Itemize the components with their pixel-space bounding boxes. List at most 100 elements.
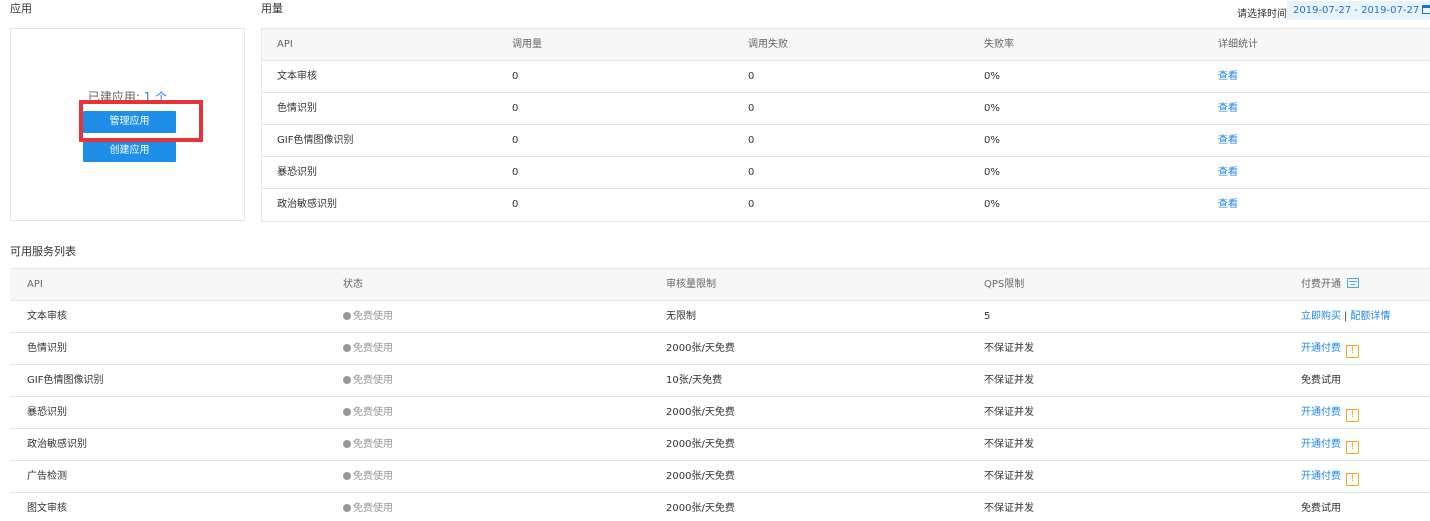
- col-api: API: [27, 279, 43, 290]
- app-count: 已建应用: 1 个: [11, 88, 244, 105]
- view-detail-link[interactable]: 查看: [1218, 125, 1238, 157]
- qps-limit-cell: 不保证并发: [984, 471, 1034, 482]
- quota-limit-cell: 2000张/天免费: [666, 343, 735, 354]
- api-cell: 政治敏感识别: [27, 439, 87, 450]
- col-status: 状态: [343, 279, 363, 290]
- apps-section-title: 应用: [10, 2, 32, 15]
- info-warning-icon[interactable]: !: [1346, 441, 1359, 454]
- calls-cell: 0: [512, 199, 519, 210]
- enable-paid-link[interactable]: 开通付费: [1301, 343, 1341, 354]
- buy-now-link[interactable]: 立即购买: [1301, 311, 1341, 322]
- enable-paid-link[interactable]: 开通付费: [1301, 407, 1341, 418]
- api-cell: 广告检测: [27, 471, 67, 482]
- manage-app-button[interactable]: 管理应用: [83, 111, 176, 133]
- table-row: 暴恐识别 免费使用 2000张/天免费 不保证并发 开通付费!: [10, 397, 1430, 429]
- status-label: 免费使用: [353, 407, 393, 418]
- table-row: 色情识别 免费使用 2000张/天免费 不保证并发 开通付费!: [10, 333, 1430, 365]
- calls-cell: 0: [512, 135, 519, 146]
- quota-limit-cell: 2000张/天免费: [666, 471, 735, 482]
- api-cell: 文本审核: [277, 71, 317, 82]
- status-cell: 免费使用: [343, 493, 393, 521]
- failures-cell: 0: [748, 103, 755, 114]
- col-qps-limit: QPS限制: [984, 279, 1025, 290]
- enable-paid-link[interactable]: 开通付费: [1301, 471, 1341, 482]
- view-detail-link[interactable]: 查看: [1218, 189, 1238, 221]
- status-label: 免费使用: [353, 439, 393, 450]
- api-cell: 暴恐识别: [27, 407, 67, 418]
- table-row: 政治敏感识别 0 0 0% 查看: [262, 189, 1430, 221]
- calendar-icon: [1422, 5, 1430, 14]
- status-dot-icon: [343, 408, 351, 416]
- services-table: API 状态 审核量限制 QPS限制 付费开通 文本审核 免费使用 无限制 5 立即购买…: [10, 268, 1430, 521]
- failure-rate-cell: 0%: [984, 71, 1000, 82]
- table-row: 文本审核 0 0 0% 查看: [262, 61, 1430, 93]
- create-app-button[interactable]: 创建应用: [83, 140, 176, 162]
- table-row: 广告检测 免费使用 2000张/天免费 不保证并发 开通付费!: [10, 461, 1430, 493]
- billing-icon[interactable]: [1347, 278, 1359, 288]
- status-label: 免费使用: [353, 375, 393, 386]
- status-cell: 免费使用: [343, 333, 393, 365]
- date-range-value: 2019-07-27 - 2019-07-27: [1293, 5, 1420, 16]
- view-detail-link[interactable]: 查看: [1218, 61, 1238, 93]
- app-summary-card: 已建应用: 1 个 管理应用 创建应用: [10, 28, 245, 221]
- col-api: API: [277, 39, 293, 50]
- col-paid-activation: 付费开通: [1301, 269, 1359, 301]
- paid-activation-cell: 开通付费!: [1301, 461, 1359, 493]
- table-row: 暴恐识别 0 0 0% 查看: [262, 157, 1430, 189]
- usage-section-title: 用量: [261, 2, 283, 15]
- quota-limit-cell: 2000张/天免费: [666, 407, 735, 418]
- qps-limit-cell: 不保证并发: [984, 439, 1034, 450]
- status-label: 免费使用: [353, 311, 393, 322]
- paid-activation-cell: 开通付费!: [1301, 333, 1359, 365]
- api-cell: GIF色情图像识别: [277, 135, 354, 146]
- api-cell: 色情识别: [27, 343, 67, 354]
- status-dot-icon: [343, 376, 351, 384]
- api-cell: 文本审核: [27, 311, 67, 322]
- date-range-picker[interactable]: 2019-07-27 - 2019-07-27: [1287, 1, 1430, 20]
- quota-limit-cell: 10张/天免费: [666, 375, 723, 386]
- api-cell: GIF色情图像识别: [27, 375, 104, 386]
- failures-cell: 0: [748, 199, 755, 210]
- app-count-value[interactable]: 1: [144, 90, 152, 104]
- qps-limit-cell: 不保证并发: [984, 503, 1034, 514]
- quota-details-link[interactable]: 配额详情: [1350, 311, 1390, 322]
- paid-activation-cell: 免费试用: [1301, 365, 1341, 397]
- app-count-label: 已建应用:: [87, 90, 140, 104]
- failure-rate-cell: 0%: [984, 199, 1000, 210]
- status-dot-icon: [343, 472, 351, 480]
- view-detail-link[interactable]: 查看: [1218, 157, 1238, 189]
- status-dot-icon: [343, 344, 351, 352]
- table-row: GIF色情图像识别 0 0 0% 查看: [262, 125, 1430, 157]
- paid-activation-cell: 开通付费!: [1301, 397, 1359, 429]
- free-trial-label: 免费试用: [1301, 375, 1341, 386]
- col-failures: 调用失败: [748, 39, 788, 50]
- view-detail-link[interactable]: 查看: [1218, 93, 1238, 125]
- calls-cell: 0: [512, 103, 519, 114]
- failures-cell: 0: [748, 71, 755, 82]
- failures-cell: 0: [748, 135, 755, 146]
- enable-paid-link[interactable]: 开通付费: [1301, 439, 1341, 450]
- calls-cell: 0: [512, 167, 519, 178]
- col-paid-activation-label: 付费开通: [1301, 279, 1341, 290]
- quota-limit-cell: 2000张/天免费: [666, 503, 735, 514]
- table-row: 图文审核 免费使用 2000张/天免费 不保证并发 免费试用: [10, 493, 1430, 521]
- info-warning-icon[interactable]: !: [1346, 473, 1359, 486]
- api-cell: 色情识别: [277, 103, 317, 114]
- status-label: 免费使用: [353, 343, 393, 354]
- info-warning-icon[interactable]: !: [1346, 409, 1359, 422]
- col-failure-rate: 失败率: [984, 39, 1014, 50]
- usage-table: API 调用量 调用失败 失败率 详细统计 文本审核 0 0 0% 查看 色情识别 0 0 0%…: [261, 28, 1430, 222]
- table-row: 色情识别 0 0 0% 查看: [262, 93, 1430, 125]
- info-warning-icon[interactable]: !: [1346, 345, 1359, 358]
- calls-cell: 0: [512, 71, 519, 82]
- api-cell: 政治敏感识别: [277, 199, 337, 210]
- api-cell: 图文审核: [27, 503, 67, 514]
- failures-cell: 0: [748, 167, 755, 178]
- status-cell: 免费使用: [343, 461, 393, 493]
- api-cell: 暴恐识别: [277, 167, 317, 178]
- app-count-unit: 个: [155, 90, 168, 104]
- col-quota-limit: 审核量限制: [666, 279, 716, 290]
- qps-limit-cell: 不保证并发: [984, 407, 1034, 418]
- status-dot-icon: [343, 440, 351, 448]
- table-row: 文本审核 免费使用 无限制 5 立即购买 | 配额详情: [10, 301, 1430, 333]
